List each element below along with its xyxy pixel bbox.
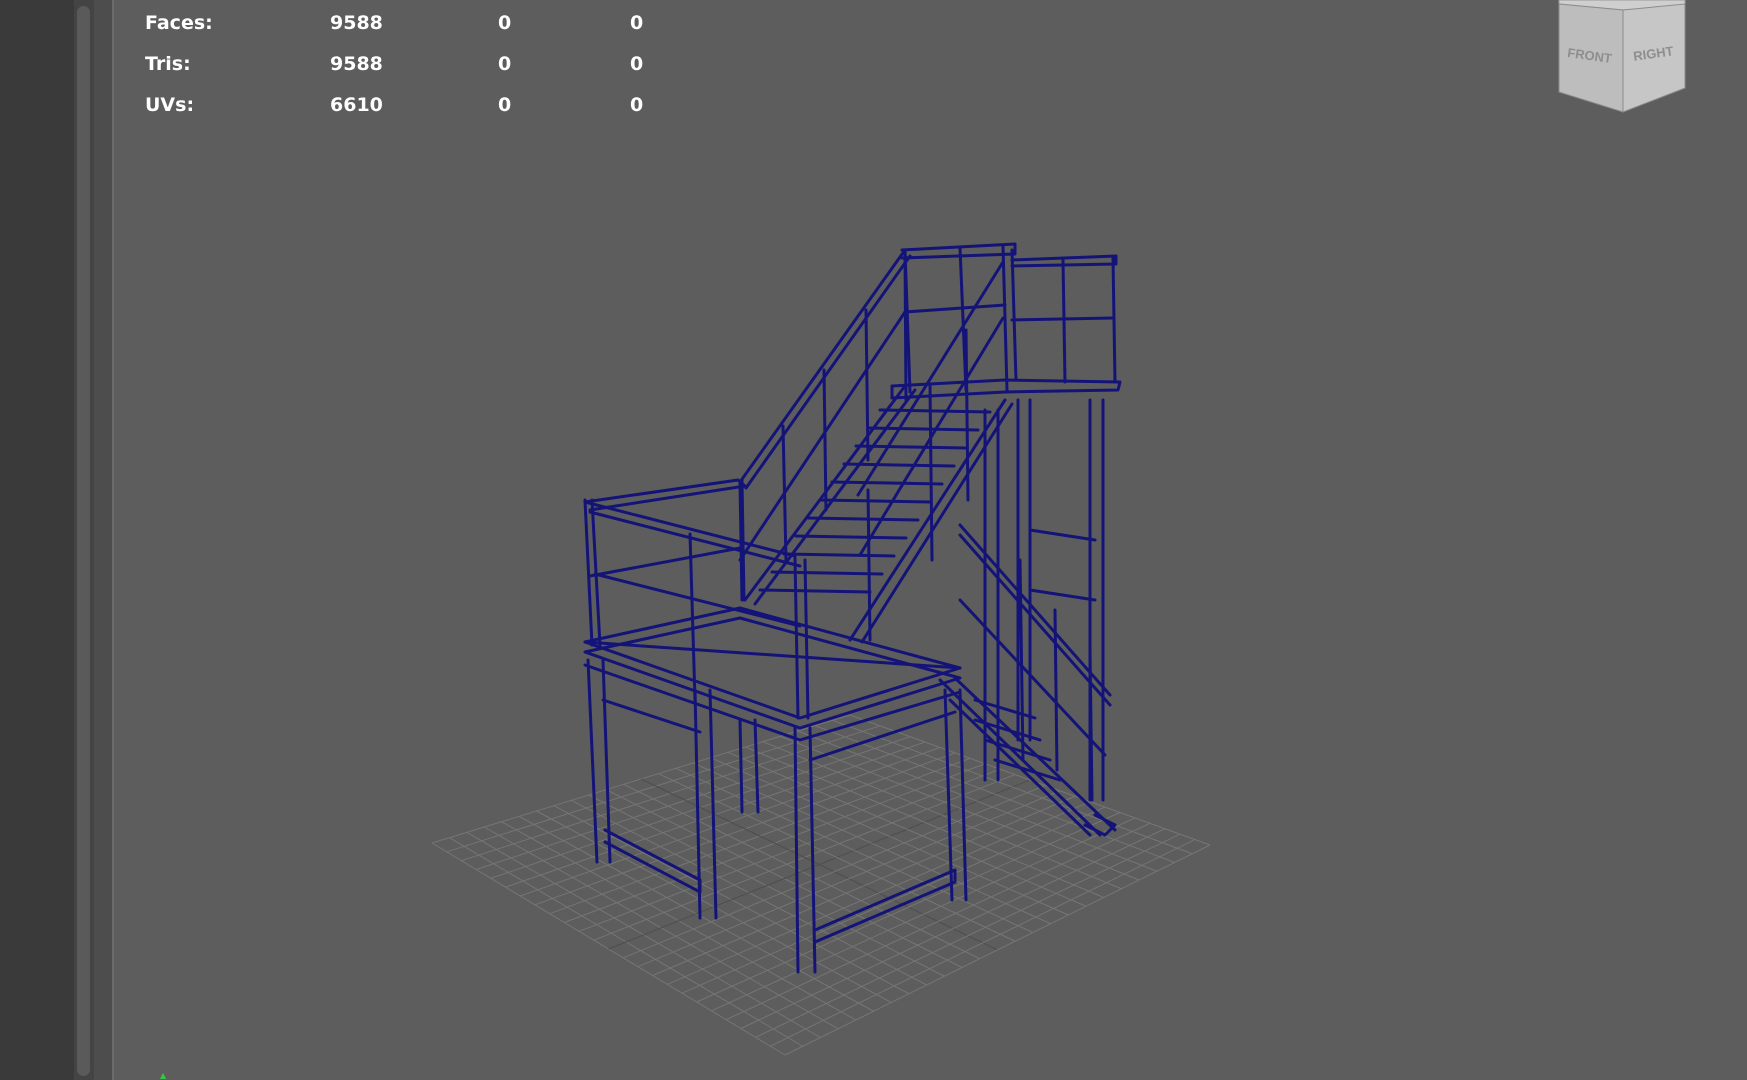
hud-value: 0 [630, 53, 644, 75]
grid-line [711, 817, 1136, 1012]
hud-value: 9588 [330, 12, 383, 34]
grid-line [770, 839, 1196, 1047]
grid-line [727, 751, 1087, 907]
hud-label: Faces: [145, 12, 213, 34]
hud-value: 0 [498, 94, 512, 116]
view-cube[interactable]: FRONT RIGHT [1555, 0, 1695, 120]
grid-line [667, 801, 1091, 985]
hud-value: 9588 [330, 53, 383, 75]
hud-value: 0 [630, 94, 644, 116]
grid-line [784, 844, 1211, 1056]
axis-gizmo-icon: ▲ [160, 1071, 167, 1080]
viewport-scene [431, 242, 1211, 1056]
grid-line [740, 828, 1166, 1029]
hud-value: 0 [498, 12, 512, 34]
grid-line [832, 719, 1193, 855]
grid-line [725, 822, 1151, 1021]
hud-value: 6610 [330, 94, 383, 116]
grid-line [637, 790, 1061, 968]
grid-line [710, 757, 1069, 916]
hud-label: UVs: [145, 94, 195, 116]
hud-label: Tris: [145, 53, 191, 75]
ground-grid [431, 714, 1211, 1056]
hud-value: 0 [498, 53, 512, 75]
hud-value: 0 [630, 12, 644, 34]
grid-line [693, 762, 1051, 925]
staircase-wireframe [583, 242, 1122, 974]
